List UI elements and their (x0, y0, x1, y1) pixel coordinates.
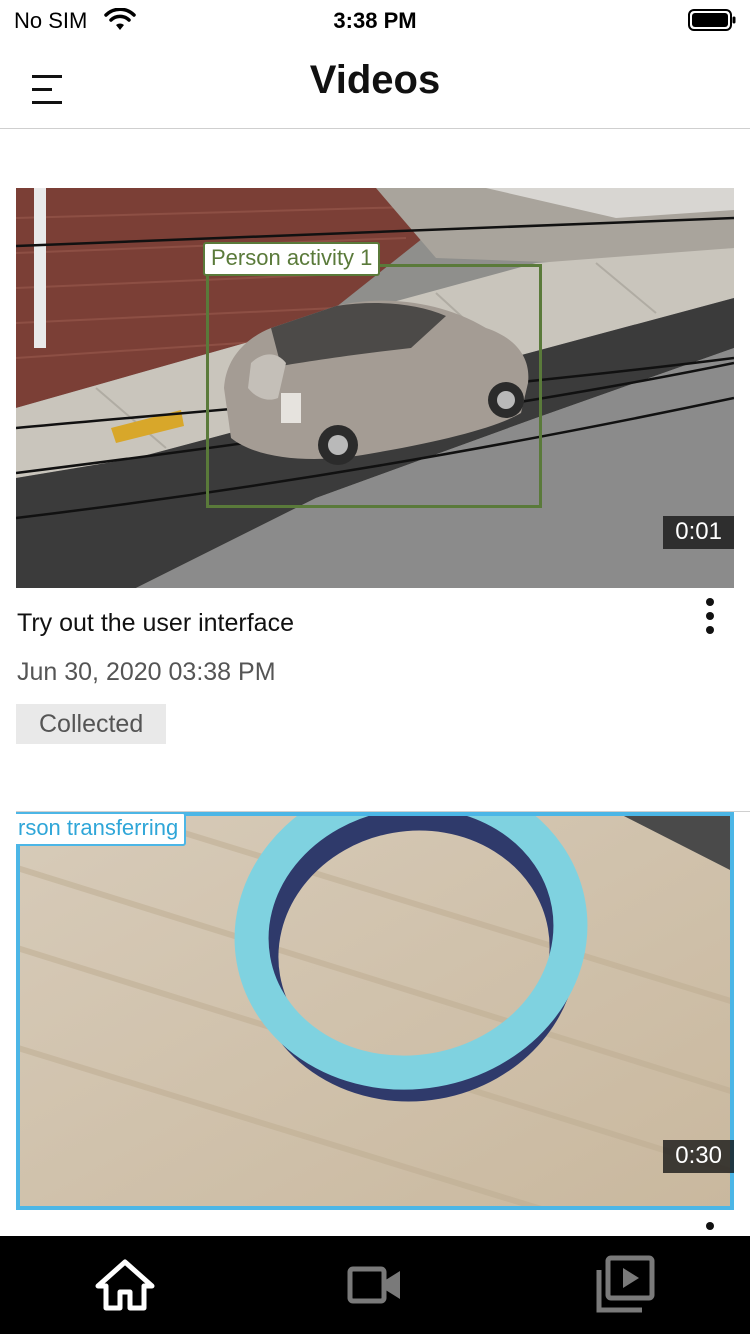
detection-label: Person activity 1 (203, 242, 381, 276)
more-options-button[interactable] (694, 596, 726, 636)
menu-button[interactable] (22, 68, 72, 112)
tab-camera[interactable] (330, 1250, 420, 1320)
video-card: rson transferring 0:30 (16, 812, 734, 1230)
home-icon (95, 1259, 155, 1311)
detection-box (206, 264, 542, 508)
duration-badge: 0:01 (663, 516, 734, 549)
tab-library[interactable] (580, 1250, 670, 1320)
status-bar: No SIM 3:38 PM (0, 0, 750, 40)
menu-icon (32, 75, 62, 104)
video-card: Person activity 1 0:01 Try out the user … (16, 188, 734, 744)
video-list[interactable]: Person activity 1 0:01 Try out the user … (0, 130, 750, 1236)
duration-badge: 0:30 (663, 1140, 734, 1173)
video-camera-icon (347, 1266, 400, 1304)
page-title: Videos (309, 58, 441, 102)
video-library-icon (596, 1255, 655, 1313)
tab-bar (0, 1236, 750, 1334)
video-thumbnail[interactable]: Person activity 1 0:01 (16, 188, 734, 588)
more-options-button[interactable] (694, 1220, 726, 1236)
detection-box (16, 812, 734, 1210)
tab-home[interactable] (80, 1250, 170, 1320)
battery-icon (688, 9, 736, 31)
status-time: 3:38 PM (333, 8, 417, 33)
app-header: Videos (0, 40, 750, 129)
detection-label: rson transferring (16, 812, 187, 846)
video-thumbnail[interactable]: rson transferring 0:30 (16, 812, 734, 1210)
status-badge: Collected (16, 704, 167, 744)
video-date: Jun 30, 2020 03:38 PM (17, 658, 276, 686)
video-title: Try out the user interface (17, 609, 294, 637)
